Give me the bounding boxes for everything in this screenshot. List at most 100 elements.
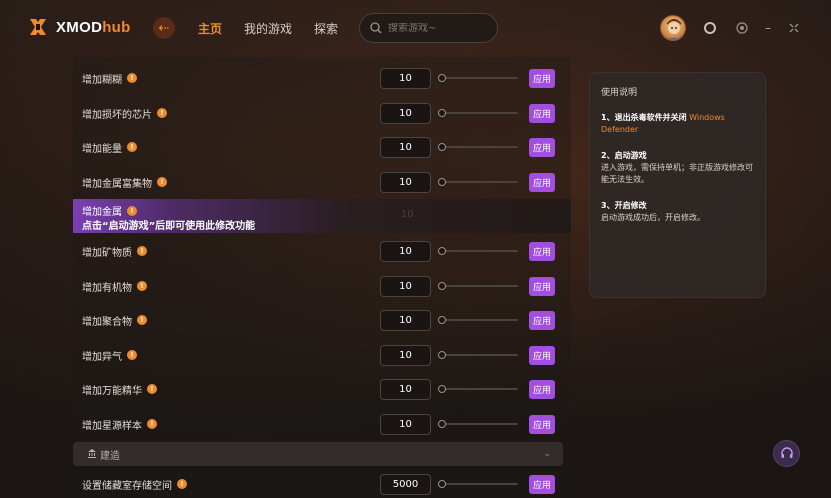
- value-slider[interactable]: [438, 351, 518, 359]
- value-slider[interactable]: [438, 109, 518, 117]
- value-input[interactable]: 10: [380, 413, 431, 435]
- value-input[interactable]: 10: [380, 378, 431, 400]
- search-box[interactable]: [359, 13, 498, 43]
- cheat-label: 增加糊糊!: [82, 71, 137, 86]
- info-icon[interactable]: !: [157, 177, 167, 187]
- cheat-row: 设置储藏室存储空间! 5000 应用: [73, 467, 571, 498]
- value-input[interactable]: 5000: [380, 473, 431, 495]
- info-icon[interactable]: !: [127, 205, 137, 216]
- info-icon[interactable]: !: [137, 246, 147, 256]
- support-button[interactable]: [773, 440, 800, 467]
- value-slider[interactable]: [438, 420, 518, 428]
- value-slider[interactable]: [438, 480, 518, 488]
- avatar[interactable]: [660, 15, 686, 41]
- slider-thumb[interactable]: [438, 143, 446, 151]
- value-input[interactable]: 10: [380, 344, 431, 366]
- slider-thumb[interactable]: [438, 247, 446, 255]
- apply-button[interactable]: 应用: [529, 414, 555, 434]
- nav-home[interactable]: 主页: [198, 20, 222, 37]
- logo-text: XMODhub: [56, 18, 131, 36]
- section-header-build[interactable]: 建造 ⌄: [73, 442, 563, 466]
- cheat-label: 增加万能精华!: [82, 382, 157, 397]
- apply-button[interactable]: 应用: [529, 137, 555, 157]
- cheat-label: 增加聚合物!: [82, 313, 147, 328]
- info-icon[interactable]: !: [177, 479, 187, 489]
- cheat-row: 增加矿物质! 10 应用: [73, 234, 571, 268]
- cheat-list-panel: 增加糊糊! 10 应用 增加损坏的芯片! 10 应用 增加能量! 10 应用 增…: [73, 57, 571, 498]
- slider-thumb[interactable]: [438, 351, 446, 359]
- apply-button[interactable]: 应用: [529, 310, 555, 330]
- nav-my-games[interactable]: 我的游戏: [244, 20, 292, 37]
- slider-thumb[interactable]: [438, 178, 446, 186]
- back-icon: ⇠: [158, 20, 170, 36]
- slider-thumb[interactable]: [438, 74, 446, 82]
- apply-button[interactable]: 应用: [529, 241, 555, 261]
- apply-button[interactable]: 应用: [529, 172, 555, 192]
- value-input[interactable]: 10: [380, 136, 431, 158]
- back-button[interactable]: ⇠: [153, 17, 175, 39]
- info-icon[interactable]: !: [147, 384, 157, 394]
- minimize-icon[interactable]: –: [761, 21, 775, 35]
- value-input[interactable]: 10: [380, 67, 431, 89]
- value-input[interactable]: 10: [380, 309, 431, 331]
- info-icon[interactable]: !: [147, 419, 157, 429]
- value-slider[interactable]: [438, 247, 518, 255]
- step-2-body: 进入游戏，需保持单机；非正版游戏修改可能无法生效。: [601, 163, 753, 184]
- apply-button[interactable]: 应用: [529, 103, 555, 123]
- instructions-panel: 使用说明 1、退出杀毒软件并关闭 Windows Defender 2、启动游戏…: [589, 72, 766, 298]
- info-icon[interactable]: !: [127, 142, 137, 152]
- section-label: 建造: [100, 450, 120, 462]
- building-icon: [87, 448, 97, 461]
- info-icon[interactable]: !: [127, 73, 137, 83]
- logo[interactable]: XMODhub: [27, 16, 131, 38]
- slider-thumb[interactable]: [438, 480, 446, 488]
- cheat-label: 增加异气!: [82, 348, 137, 363]
- cheat-row: 增加能量! 10 应用: [73, 130, 571, 164]
- value-slider[interactable]: [438, 316, 518, 324]
- value-input[interactable]: 10: [380, 240, 431, 262]
- cheat-row: 增加损坏的芯片! 10 应用: [73, 96, 571, 130]
- slider-thumb[interactable]: [438, 316, 446, 324]
- cheat-label: 增加金属!: [82, 203, 137, 218]
- value-slider[interactable]: [438, 178, 518, 186]
- cheat-row: 增加异气! 10 应用: [73, 338, 571, 372]
- cheat-label: 增加金属富集物!: [82, 175, 167, 190]
- main-nav: 主页 我的游戏 探索: [198, 20, 338, 37]
- target-icon[interactable]: [735, 21, 749, 35]
- value-slider[interactable]: [438, 143, 518, 151]
- cheat-row: 增加万能精华! 10 应用: [73, 372, 571, 406]
- slider-thumb[interactable]: [438, 282, 446, 290]
- cheat-label: 增加矿物质!: [82, 244, 147, 259]
- cheat-label: 增加损坏的芯片!: [82, 106, 167, 121]
- value-input[interactable]: 10: [380, 275, 431, 297]
- apply-button[interactable]: 应用: [529, 68, 555, 88]
- nav-explore[interactable]: 探索: [314, 20, 338, 37]
- step-1-head: 1、退出杀毒软件并关闭: [601, 113, 687, 122]
- value-input[interactable]: 10: [380, 102, 431, 124]
- slider-thumb[interactable]: [438, 385, 446, 393]
- apply-button[interactable]: 应用: [529, 345, 555, 365]
- slider-thumb[interactable]: [438, 420, 446, 428]
- info-icon[interactable]: !: [127, 350, 137, 360]
- locked-cheat-row: 增加金属! 点击“启动游戏”后即可使用此修改功能 10: [73, 199, 571, 233]
- close-icon[interactable]: [787, 21, 801, 35]
- value-slider[interactable]: [438, 74, 518, 82]
- value-slider[interactable]: [438, 282, 518, 290]
- slider-thumb[interactable]: [438, 109, 446, 117]
- chevron-down-icon[interactable]: ⌄: [543, 449, 551, 459]
- shirt-icon[interactable]: [703, 21, 717, 35]
- search-input[interactable]: [388, 22, 488, 34]
- headset-icon: [780, 446, 793, 458]
- cheat-row: 增加聚合物! 10 应用: [73, 303, 571, 337]
- apply-button[interactable]: 应用: [529, 379, 555, 399]
- apply-button[interactable]: 应用: [529, 474, 555, 494]
- apply-button[interactable]: 应用: [529, 276, 555, 296]
- value-input[interactable]: 10: [380, 171, 431, 193]
- cheat-row: 增加星源样本! 10 应用: [73, 407, 571, 441]
- cheat-row: 增加有机物! 10 应用: [73, 269, 571, 303]
- value-slider[interactable]: [438, 385, 518, 393]
- info-icon[interactable]: !: [137, 281, 147, 291]
- info-icon[interactable]: !: [157, 108, 167, 118]
- info-icon[interactable]: !: [137, 315, 147, 325]
- logo-icon: [30, 19, 46, 35]
